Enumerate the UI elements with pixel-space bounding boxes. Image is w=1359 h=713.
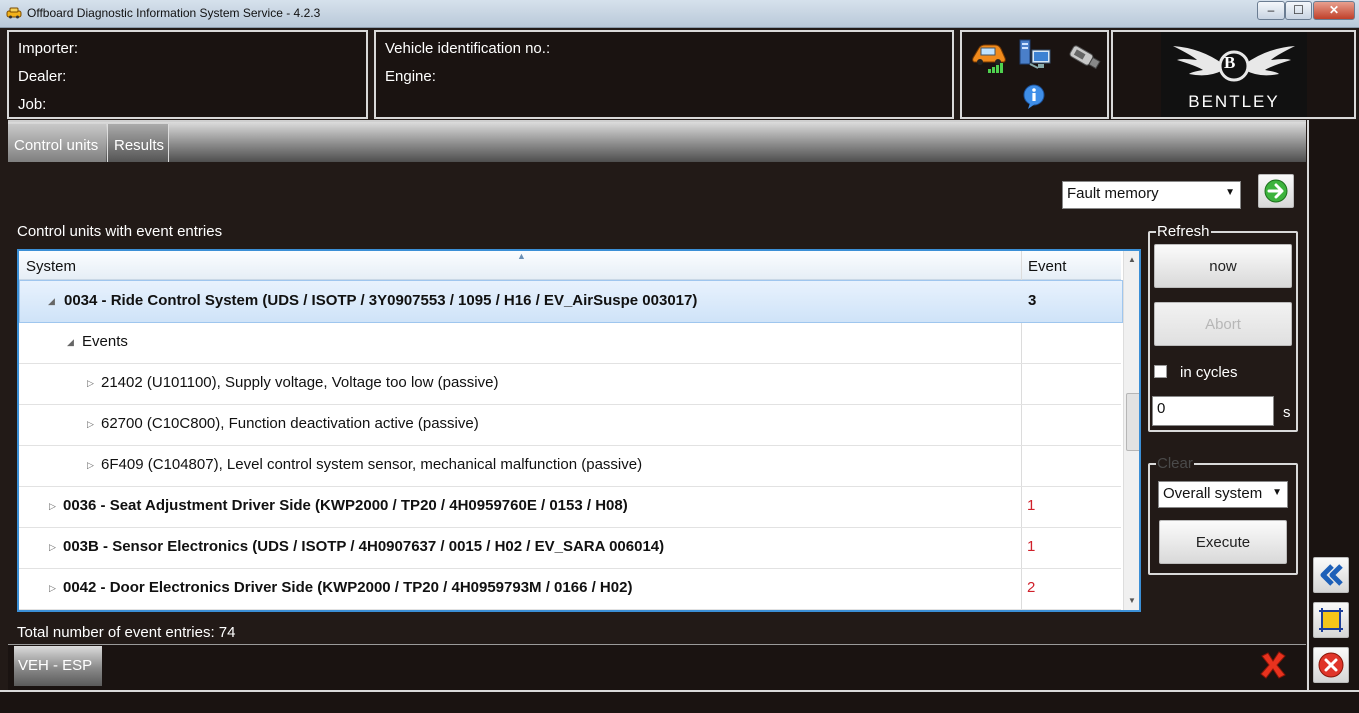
execute-button[interactable]: Execute	[1159, 520, 1287, 564]
scrollbar-thumb[interactable]	[1126, 393, 1139, 451]
system-cell: Events	[82, 333, 128, 350]
status-bar	[0, 690, 1359, 713]
window-frame-button[interactable]	[1313, 602, 1349, 638]
tab-results[interactable]: Results	[107, 124, 169, 165]
table-row[interactable]: ◢ 0034 - Ride Control System (UDS / ISOT…	[19, 280, 1123, 323]
collapse-triangle-icon[interactable]: ◢	[67, 337, 74, 348]
refresh-group-title: Refresh	[1156, 223, 1211, 240]
minimize-button[interactable]: –	[1257, 1, 1285, 20]
maximize-button[interactable]: ☐	[1285, 1, 1312, 20]
list-title: Control units with event entries	[17, 223, 223, 240]
expand-triangle-icon[interactable]: ▷	[49, 501, 56, 512]
table-row[interactable]: ▷ 0036 - Seat Adjustment Driver Side (KW…	[19, 486, 1121, 528]
table-row[interactable]: ▷ 6F409 (C104807), Level control system …	[19, 445, 1121, 487]
column-header-event[interactable]: Event	[1028, 258, 1066, 275]
system-cell: 003B - Sensor Electronics (UDS / ISOTP /…	[63, 538, 665, 555]
frame-icon	[1319, 608, 1343, 632]
engine-label: Engine:	[385, 68, 436, 85]
exit-button[interactable]	[1313, 647, 1349, 683]
brand-panel: B BENTLEY	[1111, 30, 1356, 119]
dealer-label: Dealer:	[18, 68, 67, 85]
vertical-scrollbar[interactable]: ▲ ▼	[1123, 251, 1139, 610]
in-cycles-checkbox[interactable]	[1154, 365, 1167, 378]
job-label: Job:	[18, 96, 47, 113]
close-button[interactable]: ✕	[1313, 1, 1355, 20]
sort-ascending-icon: ▲	[517, 251, 526, 261]
cycle-interval-input[interactable]: 0	[1152, 396, 1274, 426]
dealer-info-panel: Importer: Dealer: Job:	[7, 30, 368, 119]
tab-bar: Control units Results	[8, 120, 1306, 165]
clear-group-title: Clear	[1156, 455, 1194, 472]
table-row[interactable]: ◢ Events	[19, 322, 1121, 364]
vehicle-info-panel: Vehicle identification no.: Engine:	[374, 30, 954, 119]
expand-triangle-icon[interactable]: ▷	[87, 460, 94, 471]
event-count-cell: 3	[1028, 292, 1037, 309]
event-count-cell: 1	[1027, 497, 1036, 514]
brand-name: BENTLEY	[1188, 92, 1280, 111]
total-entries-value: 74	[218, 624, 236, 641]
in-cycles-label: in cycles	[1180, 364, 1238, 381]
clear-scope-value: Overall system	[1163, 485, 1263, 502]
event-count-cell: 2	[1027, 579, 1036, 596]
go-button[interactable]	[1258, 174, 1294, 208]
column-header-system[interactable]: System	[26, 258, 76, 275]
importer-label: Importer:	[18, 40, 79, 57]
event-entries-table[interactable]: System Event ▲ ◢ 0034 - Ride Control Sys…	[17, 249, 1141, 612]
total-entries: Total number of event entries: 74	[17, 624, 235, 641]
view-mode-value: Fault memory	[1067, 185, 1159, 202]
arrow-right-circle-icon	[1264, 179, 1288, 203]
total-entries-label: Total number of event entries:	[17, 624, 215, 641]
network-server-icon[interactable]	[1018, 38, 1054, 74]
back-button[interactable]	[1313, 557, 1349, 593]
system-cell: 62700 (C10C800), Function deactivation a…	[101, 415, 479, 432]
abort-button[interactable]: Abort	[1154, 302, 1292, 346]
expand-triangle-icon[interactable]: ▷	[87, 378, 94, 389]
vin-label: Vehicle identification no.:	[385, 40, 551, 57]
title-bar: Offboard Diagnostic Information System S…	[0, 0, 1359, 28]
bottom-bar	[8, 644, 1306, 690]
scroll-down-icon[interactable]: ▼	[1128, 596, 1136, 605]
brand-initial: B	[1224, 53, 1236, 72]
tab-control-units[interactable]: Control units	[8, 124, 106, 165]
table-row[interactable]: ▷ 003B - Sensor Electronics (UDS / ISOTP…	[19, 527, 1121, 569]
status-icons-panel	[960, 30, 1109, 119]
collapse-triangle-icon[interactable]: ◢	[48, 296, 55, 307]
event-count-cell: 1	[1027, 538, 1036, 555]
system-cell: 0042 - Door Electronics Driver Side (KWP…	[63, 579, 633, 596]
cancel-x-icon[interactable]	[1258, 650, 1288, 680]
view-mode-select[interactable]: Fault memory ▼	[1062, 181, 1241, 209]
system-cell: 21402 (U101100), Supply voltage, Voltage…	[101, 374, 499, 391]
chevron-down-icon: ▼	[1272, 487, 1282, 498]
double-chevron-left-icon	[1320, 564, 1343, 586]
interval-unit-label: s	[1283, 404, 1291, 421]
clear-scope-select[interactable]: Overall system ▼	[1158, 481, 1288, 508]
refresh-now-button[interactable]: now	[1154, 244, 1292, 288]
scroll-up-icon[interactable]: ▲	[1128, 255, 1136, 264]
expand-triangle-icon[interactable]: ▷	[87, 419, 94, 430]
system-cell: 0036 - Seat Adjustment Driver Side (KWP2…	[63, 497, 628, 514]
expand-triangle-icon[interactable]: ▷	[49, 583, 56, 594]
system-cell: 6F409 (C104807), Level control system se…	[101, 456, 643, 473]
info-icon[interactable]	[1022, 84, 1046, 110]
usb-dongle-icon[interactable]	[1066, 42, 1102, 72]
table-row[interactable]: ▷ 21402 (U101100), Supply voltage, Volta…	[19, 363, 1121, 405]
veh-esp-tab[interactable]: VEH - ESP	[14, 646, 102, 686]
brand-logo-box: B BENTLEY	[1161, 32, 1307, 117]
table-row[interactable]: ▷ 0042 - Door Electronics Driver Side (K…	[19, 568, 1121, 610]
system-cell: 0034 - Ride Control System (UDS / ISOTP …	[64, 292, 698, 309]
app-car-icon	[6, 7, 22, 19]
table-header: System Event ▲	[19, 251, 1121, 280]
chevron-down-icon: ▼	[1225, 187, 1235, 198]
expand-triangle-icon[interactable]: ▷	[49, 542, 56, 553]
window-title: Offboard Diagnostic Information System S…	[27, 6, 321, 20]
table-row[interactable]: ▷ 62700 (C10C800), Function deactivation…	[19, 404, 1121, 446]
vehicle-connection-icon[interactable]	[970, 40, 1008, 74]
close-circle-icon	[1318, 652, 1344, 678]
